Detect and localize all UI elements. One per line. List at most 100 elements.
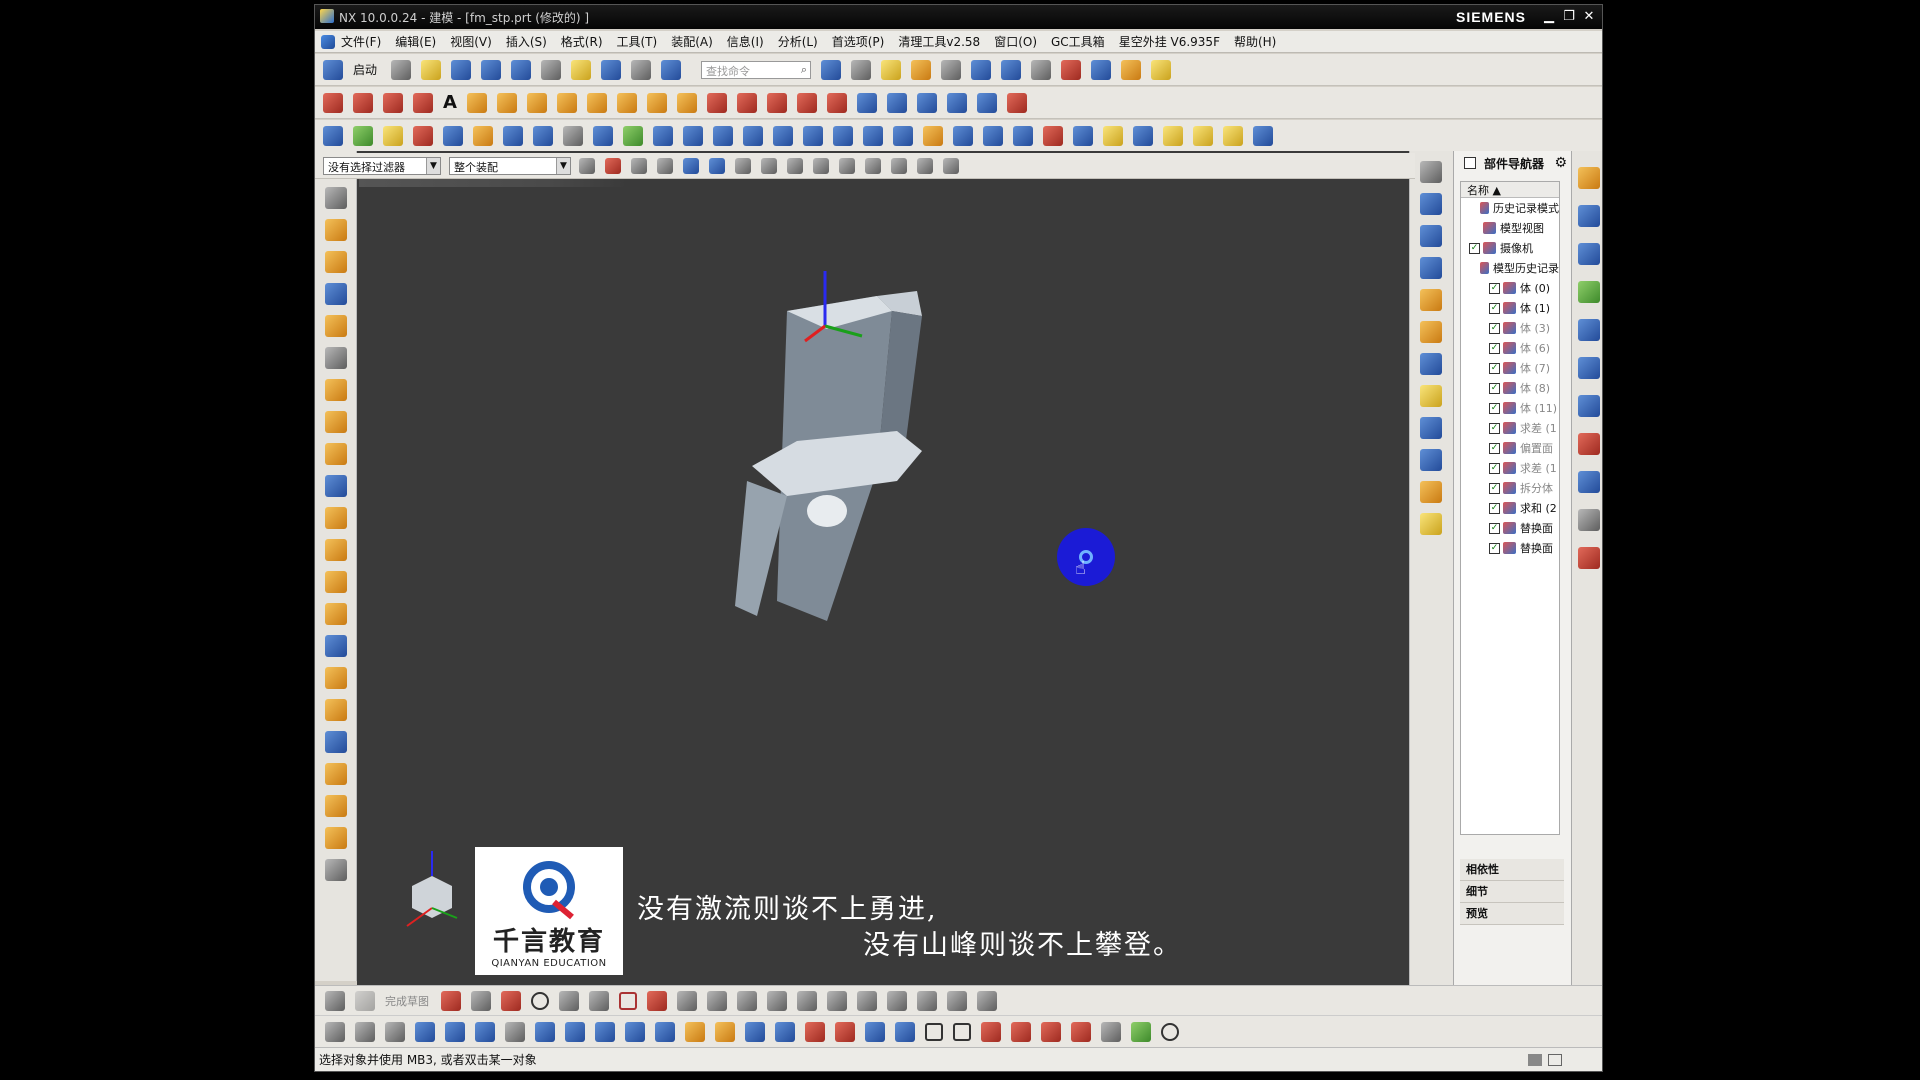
book-icon[interactable] [325, 475, 347, 497]
move-face-icon[interactable] [893, 125, 913, 146]
menu-analysis[interactable]: 分析(L) [778, 33, 818, 50]
moon-icon[interactable] [1223, 125, 1243, 146]
copy-icon[interactable] [601, 59, 622, 80]
navigator-tree[interactable]: 名称 ▲ 历史记录模式 模型视图 ✓ 摄像机 模型历史记录 ✓ 体 (0) ✓ 体 (1) ✓ 体 … [1460, 181, 1560, 835]
sphere-solid-icon[interactable] [325, 315, 347, 337]
measure-icon[interactable] [1061, 59, 1082, 80]
tree-node-checkbox[interactable] [1469, 203, 1477, 214]
line-icon[interactable] [323, 92, 343, 113]
unit-convert-icon[interactable] [1013, 125, 1033, 146]
chevron-down-icon[interactable]: ▼ [426, 157, 440, 174]
finish-sketch-label[interactable]: 完成草图 [385, 993, 429, 1009]
sketch-dim-icon[interactable] [857, 990, 877, 1011]
command-finder-icon[interactable] [661, 59, 682, 80]
arrow-right-icon[interactable] [445, 1021, 465, 1042]
sync-resize-icon[interactable] [595, 1021, 615, 1042]
sync-hint-icon[interactable] [835, 1021, 855, 1042]
sketch-extend-icon[interactable] [767, 990, 787, 1011]
sync-group-icon[interactable] [745, 1021, 765, 1042]
trim-body-icon[interactable] [833, 125, 853, 146]
extend-curve-icon[interactable] [736, 92, 757, 113]
xz-axis-icon[interactable] [325, 859, 347, 881]
menu-view[interactable]: 视图(V) [450, 33, 492, 50]
sync-probe-icon[interactable] [1101, 1021, 1121, 1042]
box-icon[interactable] [325, 667, 347, 689]
sync-copy-icon[interactable] [385, 1021, 405, 1042]
unite-icon[interactable] [653, 125, 673, 146]
tree-node-checkbox[interactable]: ✓ [1489, 402, 1500, 414]
web-browser-icon[interactable] [1578, 357, 1600, 379]
intersect-icon[interactable] [713, 125, 733, 146]
snap-midpoint-icon[interactable] [735, 157, 751, 174]
show-hide-icon[interactable] [683, 157, 699, 174]
view-diamond-icon[interactable] [1420, 289, 1442, 311]
view-section-icon[interactable] [1420, 417, 1442, 439]
edge-blend-icon[interactable] [325, 443, 347, 465]
tree-node-checkbox[interactable]: ✓ [1489, 322, 1500, 334]
filter-option-icon[interactable] [579, 157, 595, 174]
calculator-icon[interactable] [1193, 125, 1213, 146]
sync-circle-icon[interactable] [1161, 1022, 1179, 1041]
sphere-icon[interactable] [881, 59, 902, 80]
menu-plugin[interactable]: 星空外挂 V6.935F [1119, 33, 1220, 50]
sync-pattern-icon[interactable] [655, 1021, 675, 1042]
close-icon[interactable]: ✕ [1580, 8, 1598, 26]
wrap-curve-icon[interactable] [676, 92, 697, 113]
menu-preferences[interactable]: 首选项(P) [832, 33, 885, 50]
paint-icon[interactable] [911, 59, 932, 80]
offset-region-icon[interactable] [325, 603, 347, 625]
thread-icon[interactable] [325, 347, 347, 369]
sketch-trim-icon[interactable] [737, 990, 757, 1011]
cam-icon[interactable] [923, 125, 943, 146]
synchronous-icon[interactable] [325, 539, 347, 561]
solid-3d-b-icon[interactable] [325, 795, 347, 817]
start-icon[interactable] [323, 59, 343, 80]
arrow-left-icon[interactable] [415, 1021, 435, 1042]
select-icon[interactable] [325, 187, 347, 209]
sync-hex-icon[interactable] [953, 1022, 971, 1041]
draft-body-icon[interactable] [325, 699, 347, 721]
view-clip-icon[interactable] [1420, 449, 1442, 471]
new-file-icon[interactable] [391, 59, 412, 80]
sketch-circle-icon[interactable] [531, 991, 549, 1010]
menu-window[interactable]: 窗口(O) [994, 33, 1037, 50]
offset-curve-icon[interactable] [496, 92, 517, 113]
menu-file[interactable]: 文件(F) [341, 33, 381, 50]
point-icon[interactable] [1006, 92, 1027, 113]
profile-icon[interactable] [441, 990, 461, 1011]
view-frame-icon[interactable] [1420, 161, 1442, 183]
hd3d-icon[interactable] [1578, 319, 1600, 341]
tree-node[interactable]: ✓ 求差 (1 [1461, 418, 1559, 438]
view-orbit-icon[interactable] [1420, 257, 1442, 279]
graphics-window[interactable]: 千言教育 QIANYAN EDUCATION 没有激流则谈不上勇进, 没有山峰则… [357, 151, 1409, 985]
sketch-offset-icon[interactable] [707, 990, 727, 1011]
tree-node[interactable]: ✓ 求和 (2 [1461, 498, 1559, 518]
status-view-icon[interactable] [1528, 1054, 1542, 1066]
trim-sheet-icon[interactable] [325, 731, 347, 753]
menu-format[interactable]: 格式(R) [561, 33, 603, 50]
system-materials-icon[interactable] [1578, 433, 1600, 455]
menu-info[interactable]: 信息(I) [727, 33, 764, 50]
tree-node[interactable]: 历史记录模式 [1461, 198, 1559, 218]
tree-node[interactable]: ✓ 体 (3) [1461, 318, 1559, 338]
menu-assembly[interactable]: 装配(A) [671, 33, 713, 50]
sketch-arc-icon[interactable] [501, 990, 521, 1011]
menu-gc-toolkit[interactable]: GC工具箱 [1051, 33, 1105, 50]
open-folder-icon[interactable] [421, 59, 442, 80]
sketch-constraint-icon[interactable] [887, 990, 907, 1011]
tree-node[interactable]: ✓ 体 (11) [1461, 398, 1559, 418]
rectangle-icon[interactable] [383, 92, 403, 113]
subtract-icon[interactable] [683, 125, 703, 146]
panel-details[interactable]: 细节 [1460, 881, 1564, 903]
snap-intersect-icon[interactable] [787, 157, 803, 174]
tree-node-checkbox[interactable] [1469, 223, 1480, 234]
replace-face-icon[interactable] [773, 125, 793, 146]
tree-node-checkbox[interactable]: ✓ [1489, 282, 1500, 294]
note-icon[interactable] [1163, 125, 1183, 146]
menu-insert[interactable]: 插入(S) [506, 33, 547, 50]
boss-icon[interactable] [473, 125, 493, 146]
selection-filter-select[interactable]: 没有选择过滤器 ▼ [323, 156, 441, 175]
extrude-icon[interactable] [323, 125, 343, 146]
sketch-corner-icon[interactable] [797, 990, 817, 1011]
view-plane-icon[interactable] [1420, 193, 1442, 215]
